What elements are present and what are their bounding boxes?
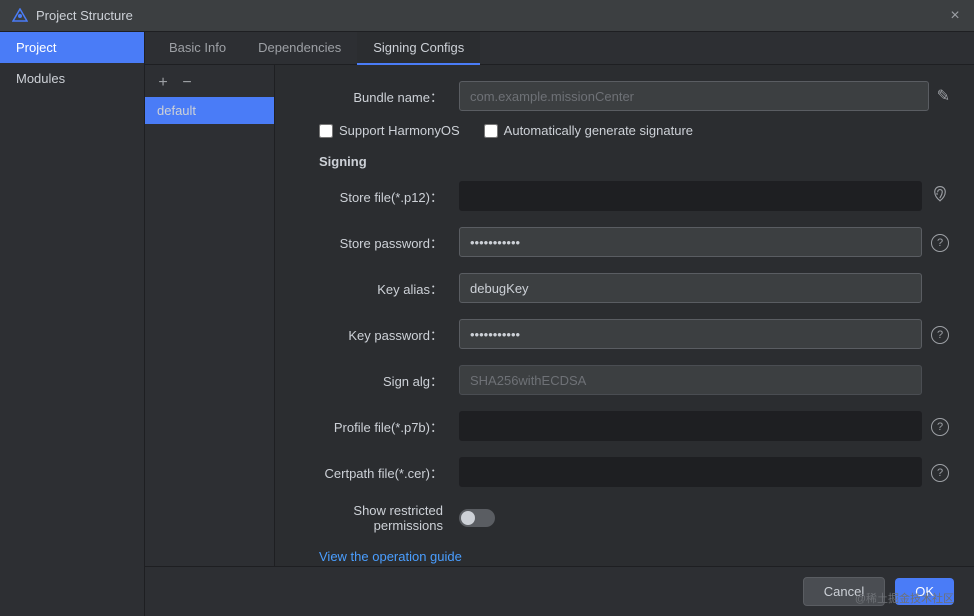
signing-section: Signing Store file(*.p12)： <box>299 154 950 564</box>
config-list-item-default[interactable]: default <box>145 97 274 124</box>
question-icon-4: ? <box>931 464 949 482</box>
main-layout: Project Modules Basic Info Dependencies … <box>0 32 974 616</box>
tabs-bar: Basic Info Dependencies Signing Configs <box>145 32 974 65</box>
store-file-input[interactable] <box>459 181 922 211</box>
question-icon-2: ? <box>931 326 949 344</box>
profile-help-icon[interactable]: ? <box>930 417 950 436</box>
key-alias-label: Key alias： <box>299 279 459 298</box>
bundle-name-edit-icon[interactable]: ✎ <box>937 86 950 106</box>
operation-guide-link[interactable]: View the operation guide <box>319 549 462 564</box>
store-password-input-wrap <box>459 227 922 257</box>
key-password-help-icon[interactable]: ? <box>930 325 950 344</box>
bundle-name-input-wrap <box>459 81 929 111</box>
key-password-input[interactable] <box>459 319 922 349</box>
question-icon-3: ? <box>931 418 949 436</box>
operation-guide-row: View the operation guide <box>299 549 950 564</box>
profile-file-label: Profile file(*.p7b)： <box>299 417 459 436</box>
form-area: Bundle name： ✎ Support HarmonyOS Automat… <box>275 65 974 566</box>
sign-alg-row: Sign alg： <box>299 365 950 395</box>
sidebar-item-modules[interactable]: Modules <box>0 63 144 94</box>
certpath-file-row: Certpath file(*.cer)： ? <box>299 457 950 487</box>
bundle-name-label: Bundle name： <box>299 87 459 106</box>
sign-alg-input <box>459 365 922 395</box>
title-bar: Project Structure × <box>0 0 974 32</box>
watermark: @稀土掘金技术社区 <box>855 590 954 606</box>
restricted-permissions-toggle[interactable] <box>459 509 495 527</box>
certpath-file-label: Certpath file(*.cer)： <box>299 463 459 482</box>
restricted-permissions-toggle-wrap <box>459 509 950 527</box>
config-list: + − default <box>145 65 275 566</box>
sign-alg-label: Sign alg： <box>299 371 459 390</box>
profile-file-input-wrap <box>459 411 922 441</box>
key-password-row: Key password： ? <box>299 319 950 349</box>
certpath-file-input-wrap <box>459 457 922 487</box>
content-area: Basic Info Dependencies Signing Configs … <box>145 32 974 616</box>
store-file-label: Store file(*.p12)： <box>299 187 459 206</box>
key-alias-input-wrap <box>459 273 922 303</box>
store-password-input[interactable] <box>459 227 922 257</box>
profile-file-row: Profile file(*.p7b)： ? <box>299 411 950 441</box>
auto-signature-text: Automatically generate signature <box>504 123 693 138</box>
auto-signature-label[interactable]: Automatically generate signature <box>484 123 693 138</box>
store-password-row: Store password： ? <box>299 227 950 257</box>
config-list-toolbar: + − <box>145 69 274 97</box>
key-password-label: Key password： <box>299 325 459 344</box>
sidebar: Project Modules <box>0 32 145 616</box>
store-password-label: Store password： <box>299 233 459 252</box>
checkbox-row: Support HarmonyOS Automatically generate… <box>319 123 950 138</box>
support-harmonyos-label[interactable]: Support HarmonyOS <box>319 123 460 138</box>
key-alias-row: Key alias： <box>299 273 950 303</box>
signing-section-title: Signing <box>319 154 950 169</box>
profile-file-input[interactable] <box>459 411 922 441</box>
add-config-button[interactable]: + <box>153 73 173 93</box>
certpath-file-input[interactable] <box>459 457 922 487</box>
support-harmonyos-checkbox[interactable] <box>319 124 333 138</box>
tab-basic-info[interactable]: Basic Info <box>153 32 242 65</box>
store-file-input-wrap <box>459 181 922 211</box>
config-area: + − default Bundle name： ✎ <box>145 65 974 566</box>
auto-signature-checkbox[interactable] <box>484 124 498 138</box>
remove-config-button[interactable]: − <box>177 73 197 93</box>
store-file-row: Store file(*.p12)： <box>299 181 950 211</box>
bundle-name-row: Bundle name： ✎ <box>299 81 950 111</box>
toggle-slider <box>459 509 495 527</box>
bundle-name-input[interactable] <box>459 81 929 111</box>
close-button[interactable]: × <box>948 9 962 23</box>
question-icon: ? <box>931 234 949 252</box>
app-icon <box>12 8 28 24</box>
tab-dependencies[interactable]: Dependencies <box>242 32 357 65</box>
restricted-permissions-row: Show restricted permissions <box>299 503 950 533</box>
sidebar-item-project[interactable]: Project <box>0 32 144 63</box>
tab-signing-configs[interactable]: Signing Configs <box>357 32 480 65</box>
key-password-input-wrap <box>459 319 922 349</box>
fingerprint-icon[interactable] <box>930 185 950 208</box>
bottom-bar: Cancel OK <box>145 566 974 616</box>
title-text: Project Structure <box>36 8 948 23</box>
certpath-help-icon[interactable]: ? <box>930 463 950 482</box>
key-alias-input[interactable] <box>459 273 922 303</box>
sign-alg-input-wrap <box>459 365 922 395</box>
store-password-help-icon[interactable]: ? <box>930 233 950 252</box>
support-harmonyos-text: Support HarmonyOS <box>339 123 460 138</box>
restricted-permissions-label: Show restricted permissions <box>299 503 459 533</box>
